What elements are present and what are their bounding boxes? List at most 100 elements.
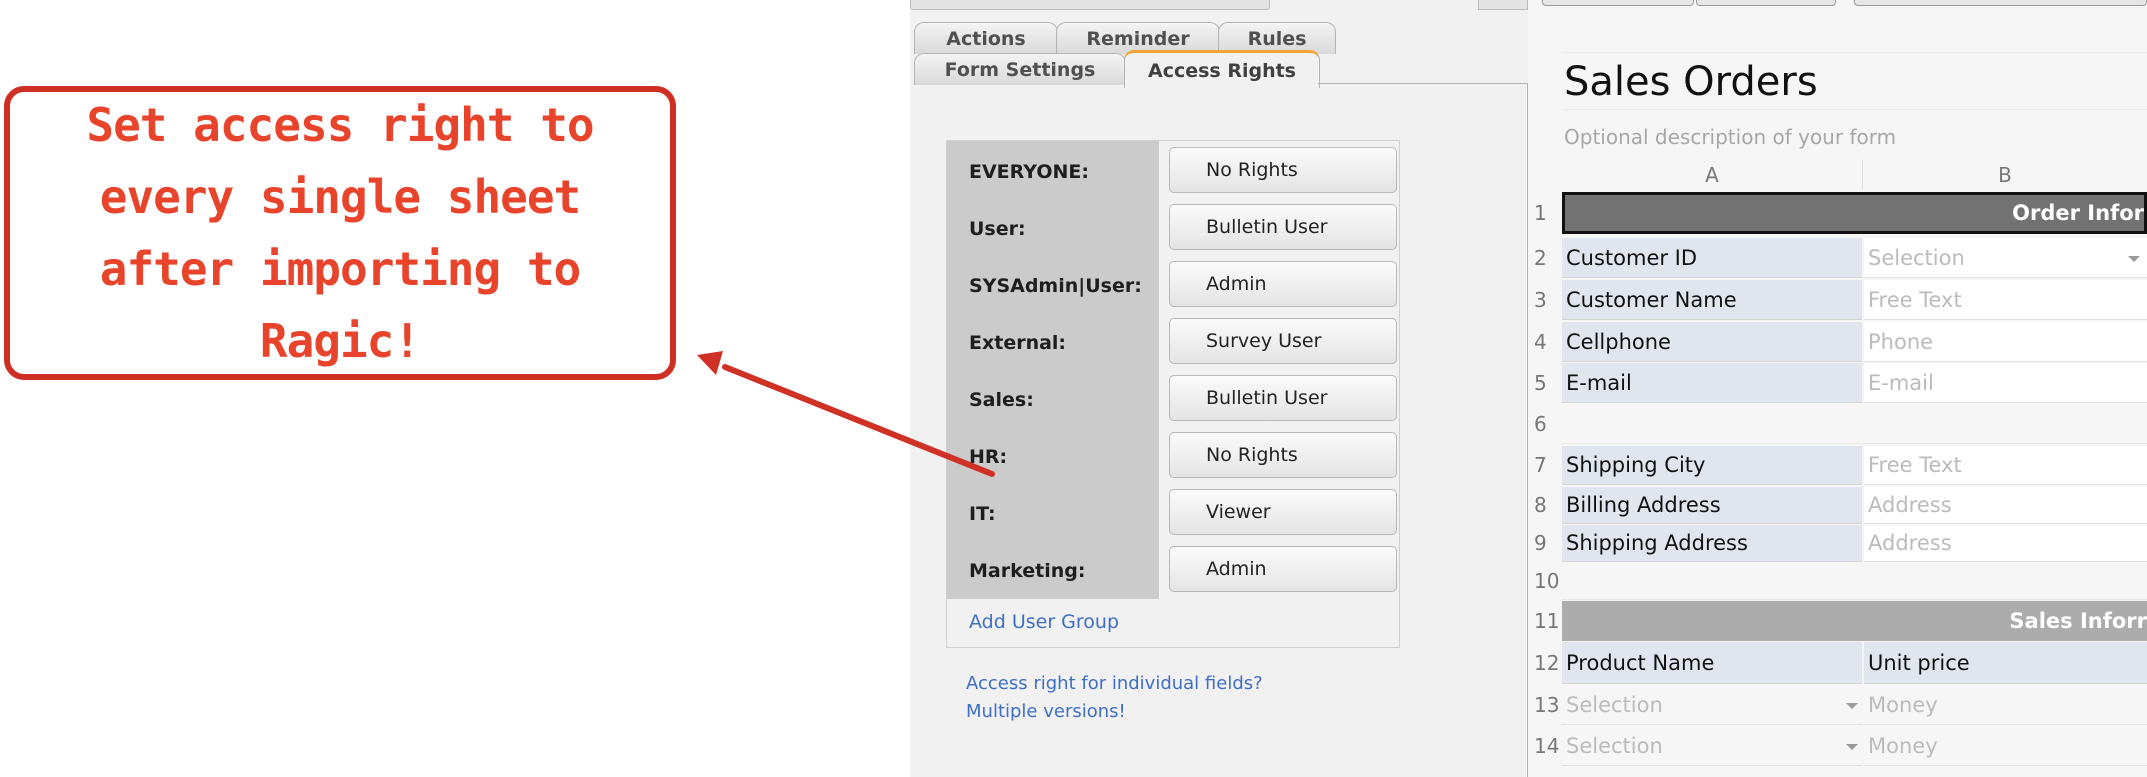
form-row: 5 E-mail E-mail [1528, 363, 2147, 403]
access-rights-row: EVERYONE: No Rights [947, 147, 1399, 206]
access-level-button[interactable]: Bulletin User [1169, 375, 1397, 421]
tab-actions[interactable]: Actions [914, 22, 1058, 54]
form-row: 6 [1528, 404, 2147, 444]
callout-line: every single sheet [99, 170, 582, 224]
field-label[interactable]: Unit price [1864, 642, 2147, 684]
row-number[interactable]: 4 [1534, 322, 1564, 362]
access-rights-row: Sales: Bulletin User [947, 375, 1399, 434]
column-header-a[interactable]: A [1562, 160, 1862, 190]
access-rights-row: External: Survey User [947, 318, 1399, 377]
field-type[interactable]: Selection [1864, 238, 2147, 278]
field-type[interactable]: Address [1864, 525, 2147, 562]
field-type[interactable]: Address [1864, 487, 2147, 524]
top-toolbar-segment [910, 0, 1270, 10]
group-name: External: [969, 332, 1067, 354]
tab-divider [1318, 83, 1528, 84]
help-links: Access right for individual fields? Mult… [966, 670, 1263, 726]
access-rights-row: SYSAdmin|User: Admin [947, 261, 1399, 320]
row-number[interactable]: 10 [1534, 563, 1564, 600]
row-number[interactable]: 14 [1534, 726, 1564, 766]
field-type[interactable]: E-mail [1864, 363, 2147, 403]
form-row: 3 Customer Name Free Text [1528, 280, 2147, 320]
access-level-button[interactable]: No Rights [1169, 147, 1397, 193]
field-label[interactable]: Product Name [1562, 642, 1862, 684]
field-type[interactable]: Free Text [1864, 446, 2147, 485]
settings-panel: Actions Reminder Rules Form Settings Acc… [910, 0, 1528, 777]
field-label[interactable]: Cellphone [1562, 322, 1862, 362]
annotation-callout: Set access right to every single sheet a… [4, 86, 676, 380]
field-label[interactable]: E-mail [1562, 363, 1862, 403]
access-rights-row: HR: No Rights [947, 432, 1399, 491]
dropdown-caret-icon[interactable] [2128, 256, 2140, 262]
row-number[interactable]: 13 [1534, 685, 1564, 725]
row-number[interactable]: 11 [1534, 601, 1564, 641]
row-number[interactable]: 1 [1534, 192, 1564, 234]
empty-row[interactable] [1562, 563, 2147, 600]
access-rights-table: EVERYONE: No Rights User: Bulletin User SYSA… [946, 140, 1400, 648]
callout-text: Set access right to every single sheet a… [10, 89, 670, 377]
form-row: 8 Billing Address Address [1528, 487, 2147, 524]
field-type[interactable]: Selection [1562, 685, 1862, 725]
field-type[interactable]: Money [1864, 726, 2147, 766]
row-number[interactable]: 7 [1534, 446, 1564, 485]
row-number[interactable]: 12 [1534, 642, 1564, 684]
form-row: 12 Product Name Unit price [1528, 642, 2147, 684]
callout-line: after importing to Ragic! [99, 242, 582, 368]
access-rights-row: Marketing: Admin [947, 546, 1399, 605]
form-row: 11 Sales Inforr [1528, 601, 2147, 641]
group-name: HR: [969, 446, 1008, 468]
top-toolbar-segment [1478, 0, 1528, 10]
field-type[interactable]: Free Text [1864, 280, 2147, 320]
section-header[interactable]: Sales Inforr [1562, 601, 2147, 641]
row-number[interactable]: 8 [1534, 487, 1564, 524]
access-level-button[interactable]: Admin [1169, 261, 1397, 307]
field-label[interactable]: Billing Address [1562, 487, 1862, 524]
add-user-group-link[interactable]: Add User Group [969, 611, 1119, 633]
row-number[interactable]: 5 [1534, 363, 1564, 403]
field-label[interactable]: Shipping Address [1562, 525, 1862, 562]
field-label[interactable]: Shipping City [1562, 446, 1862, 485]
field-type[interactable]: Selection [1562, 726, 1862, 766]
form-title[interactable]: Sales Orders [1564, 52, 2147, 110]
access-level-button[interactable]: Viewer [1169, 489, 1397, 535]
access-level-button[interactable]: Bulletin User [1169, 204, 1397, 250]
access-level-button[interactable]: Survey User [1169, 318, 1397, 364]
arrow-head-icon [697, 351, 723, 375]
group-name: EVERYONE: [969, 161, 1089, 183]
form-row: 10 [1528, 563, 2147, 600]
field-access-link[interactable]: Access right for individual fields? [966, 670, 1263, 698]
group-name: SYSAdmin|User: [969, 275, 1142, 297]
form-row: 2 Customer ID Selection [1528, 238, 2147, 278]
access-level-button[interactable]: Admin [1169, 546, 1397, 592]
toolbar-button[interactable] [1696, 0, 1836, 6]
toolbar-button[interactable] [1854, 0, 2147, 6]
tab-form-settings[interactable]: Form Settings [914, 53, 1126, 85]
form-row: 7 Shipping City Free Text [1528, 446, 2147, 485]
row-number[interactable]: 9 [1534, 525, 1564, 562]
multiple-versions-link[interactable]: Multiple versions! [966, 698, 1263, 726]
dropdown-caret-icon[interactable] [1846, 744, 1858, 750]
empty-row[interactable] [1562, 404, 2147, 444]
callout-line: Set access right to [86, 98, 594, 152]
field-label[interactable]: Customer Name [1562, 280, 1862, 320]
group-name: Marketing: [969, 560, 1086, 582]
tab-access-rights[interactable]: Access Rights [1124, 50, 1320, 88]
access-rights-row: IT: Viewer [947, 489, 1399, 548]
row-number[interactable]: 6 [1534, 404, 1564, 444]
group-name: IT: [969, 503, 996, 525]
dropdown-caret-icon[interactable] [1846, 703, 1858, 709]
form-row: 13 Selection Money [1528, 685, 2147, 725]
access-rights-row: User: Bulletin User [947, 204, 1399, 263]
section-header[interactable]: Order Infor [1562, 192, 2147, 234]
field-type[interactable]: Money [1864, 685, 2147, 725]
form-row: 1 Order Infor [1528, 192, 2147, 234]
form-description[interactable]: Optional description of your form [1564, 125, 1896, 149]
access-level-button[interactable]: No Rights [1169, 432, 1397, 478]
row-number[interactable]: 3 [1534, 280, 1564, 320]
form-row: 4 Cellphone Phone [1528, 322, 2147, 362]
row-number[interactable]: 2 [1534, 238, 1564, 278]
column-header-b[interactable]: B [1862, 160, 2147, 190]
toolbar-button[interactable] [1542, 0, 1694, 6]
field-type[interactable]: Phone [1864, 322, 2147, 362]
field-label[interactable]: Customer ID [1562, 238, 1862, 278]
